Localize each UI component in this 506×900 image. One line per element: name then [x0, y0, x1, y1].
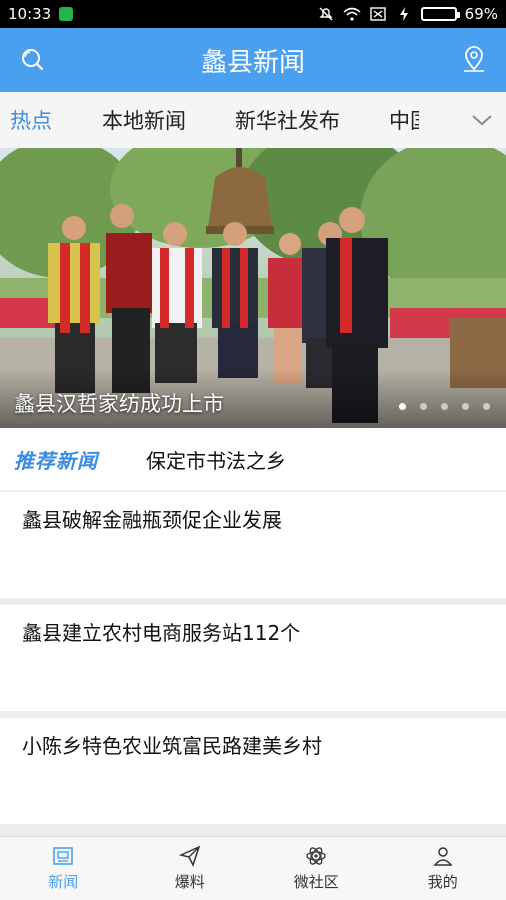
news-item[interactable]: 小陈乡特色农业筑富民路建美乡村 — [0, 718, 506, 824]
page-title: 蠡县新闻 — [200, 47, 305, 78]
carousel-dot — [483, 403, 490, 410]
charging-icon — [395, 6, 413, 22]
nav-tipoff-label: 爆料 — [174, 873, 205, 891]
battery-icon — [420, 7, 460, 21]
bottom-navigation: 新闻 爆料 微社区 我的 — [0, 836, 506, 900]
wifi-icon — [343, 6, 361, 22]
nav-community[interactable]: 微社区 — [253, 837, 380, 900]
status-time: 10:33 — [8, 5, 52, 23]
nav-news-label: 新闻 — [48, 873, 79, 891]
carousel-caption[interactable]: 蠡县汉哲家纺成功上市 — [14, 388, 224, 418]
location-pin-icon[interactable] — [460, 44, 488, 74]
category-tabs: 热点 本地新闻 新华社发布 中国 — [0, 92, 506, 148]
battery-percent: 69% — [464, 5, 498, 23]
app-notification-icon — [59, 7, 74, 21]
tab-local-news[interactable]: 本地新闻 — [102, 105, 186, 135]
carousel-dot — [462, 403, 469, 410]
carousel-dot — [420, 403, 427, 410]
tab-hot[interactable]: 热点 — [10, 105, 52, 135]
chevron-down-icon[interactable] — [470, 108, 494, 132]
status-icons: 69% — [317, 5, 498, 23]
sim-icon — [369, 6, 387, 22]
carousel-dot — [441, 403, 448, 410]
nav-profile[interactable]: 我的 — [380, 837, 506, 900]
atom-icon — [305, 845, 327, 867]
user-icon — [432, 845, 454, 867]
news-headline[interactable]: 小陈乡特色农业筑富民路建美乡村 — [22, 730, 484, 759]
tab-china[interactable]: 中国 — [389, 105, 419, 135]
recommended-headline[interactable]: 保定市书法之乡 — [146, 445, 286, 474]
news-icon — [52, 845, 74, 867]
news-item[interactable]: 蠡县破解金融瓶颈促企业发展 — [0, 492, 506, 598]
news-headline[interactable]: 蠡县破解金融瓶颈促企业发展 — [22, 504, 484, 533]
search-icon[interactable] — [18, 46, 46, 74]
app-header: 蠡县新闻 — [0, 28, 506, 92]
recommended-news-bar[interactable]: 推荐新闻 保定市书法之乡 — [0, 428, 506, 490]
nav-profile-label: 我的 — [427, 873, 458, 891]
news-item[interactable]: 蠡县建立农村电商服务站112个 — [0, 605, 506, 711]
headline-carousel[interactable]: 蠡县汉哲家纺成功上市 — [0, 148, 506, 428]
nav-tipoff[interactable]: 爆料 — [127, 837, 254, 900]
paper-plane-icon — [178, 845, 201, 867]
status-bar: 10:33 69% — [0, 0, 506, 28]
mute-icon — [317, 6, 335, 22]
tab-xinhua[interactable]: 新华社发布 — [235, 105, 340, 135]
carousel-indicator — [399, 403, 490, 410]
nav-news[interactable]: 新闻 — [0, 837, 127, 900]
recommended-label: 推荐新闻 — [14, 448, 98, 473]
nav-community-label: 微社区 — [293, 873, 339, 891]
carousel-dot — [399, 403, 406, 410]
news-headline[interactable]: 蠡县建立农村电商服务站112个 — [22, 617, 484, 646]
